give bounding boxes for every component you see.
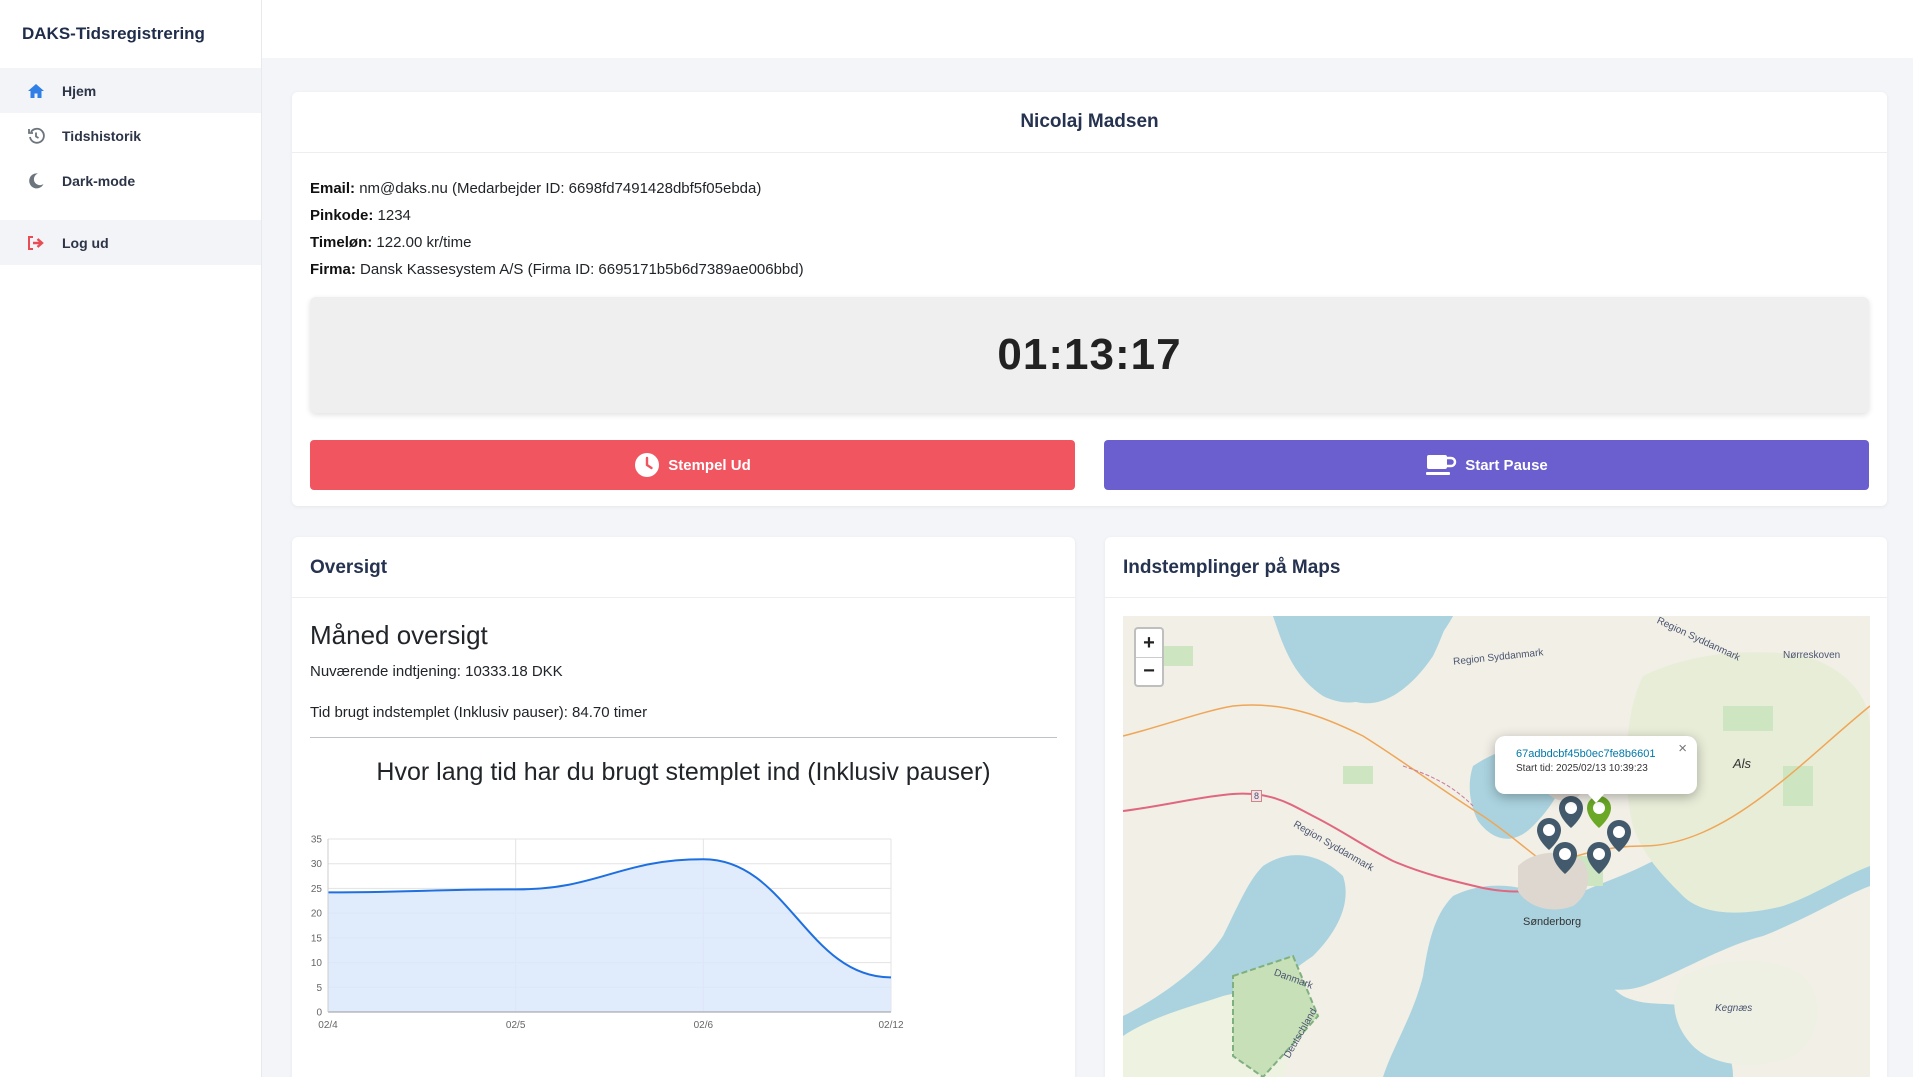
map-view[interactable]: Region Syddanmark Region Syddanmark Nørr… — [1123, 616, 1870, 1077]
pin-row: Pinkode: 1234 — [310, 207, 411, 224]
sidebar-item-label: Log ud — [62, 234, 109, 251]
month-overview-title: Måned oversigt — [310, 620, 488, 650]
y-tick-label: 30 — [311, 859, 323, 870]
popup-start-time: Start tid: 2025/02/13 10:39:23 — [1516, 763, 1648, 774]
company-row: Firma: Dansk Kassesystem A/S (Firma ID: … — [310, 261, 804, 278]
chart-svg: 0 5 10 15 20 25 30 35 02/4 02/5 02/6 02/12 — [311, 835, 904, 1032]
sidebar-item-label: Dark-mode — [62, 172, 136, 189]
company-value: Dansk Kassesystem A/S (Firma ID: 6695171… — [360, 261, 804, 278]
y-tick-label: 25 — [311, 884, 323, 895]
x-tick-label: 02/5 — [506, 1020, 526, 1031]
employee-info: Email: nm@daks.nu (Medarbejder ID: 6698f… — [292, 153, 1887, 283]
moon-icon — [26, 171, 46, 191]
logout-icon — [26, 233, 46, 253]
zoom-out-button[interactable]: − — [1136, 657, 1162, 685]
sidebar-item-label: Hjem — [62, 82, 97, 99]
y-tick-label: 20 — [311, 909, 323, 920]
sidebar: DAKS-Tidsregistrering Hjem Tidshistorik … — [0, 0, 262, 1077]
sidebar-item-log-ud[interactable]: Log ud — [0, 220, 261, 265]
zoom-control: + − — [1134, 627, 1164, 687]
popup-id-link[interactable]: 67adbdcbf45b0ec7fe8b6601 — [1516, 748, 1697, 760]
y-tick-label: 15 — [311, 933, 323, 944]
work-timer: 01:13:17 — [310, 297, 1869, 413]
map-label-norreskoven: Nørreskoven — [1783, 650, 1841, 661]
map-tiles — [1123, 616, 1870, 1077]
y-tick-label: 35 — [311, 835, 323, 846]
marker-popup: 67adbdcbf45b0ec7fe8b6601 Start tid: 2025… — [1495, 736, 1697, 803]
employee-name: Nicolaj Madsen — [292, 92, 1887, 153]
y-tick-label: 10 — [311, 958, 323, 969]
x-tick-label: 02/6 — [694, 1020, 714, 1031]
email-value: nm@daks.nu (Medarbejder ID: 6698fd749142… — [359, 180, 762, 197]
map-marker[interactable] — [1587, 842, 1611, 874]
divider — [310, 737, 1057, 738]
app-title: DAKS-Tidsregistrering — [22, 24, 205, 43]
history-icon — [26, 126, 46, 146]
current-earnings: Nuværende indtjening: 10333.18 DKK — [310, 663, 563, 680]
sidebar-item-hjem[interactable]: Hjem — [0, 68, 261, 113]
y-tick-label: 5 — [316, 983, 322, 994]
overview-heading: Oversigt — [292, 537, 1075, 598]
email-row: Email: nm@daks.nu (Medarbejder ID: 6698f… — [310, 180, 762, 197]
stamp-out-button[interactable]: Stempel Ud — [310, 440, 1075, 490]
top-bar — [262, 0, 1913, 58]
start-pause-button[interactable]: Start Pause — [1104, 440, 1869, 490]
pin-value: 1234 — [377, 207, 411, 224]
wage-row: Timeløn: 122.00 kr/time — [310, 234, 472, 251]
map-marker[interactable] — [1607, 820, 1631, 852]
home-icon — [26, 81, 46, 101]
time-spent: Tid brugt indstemplet (Inklusiv pauser):… — [310, 704, 648, 721]
map-label-kegnaes: Kegnæs — [1715, 1003, 1753, 1014]
profile-card: Nicolaj Madsen Email: nm@daks.nu (Medarb… — [292, 92, 1887, 506]
road-shield-8: 8 — [1251, 790, 1263, 802]
overview-card: Oversigt Måned oversigt Nuværende indtje… — [292, 537, 1075, 1077]
time-chart: 0 5 10 15 20 25 30 35 02/4 02/5 02/6 02/12 — [310, 827, 1057, 1077]
map-label-als: Als — [1733, 756, 1752, 771]
zoom-in-button[interactable]: + — [1136, 629, 1162, 657]
chart-area — [328, 859, 891, 1012]
map-markers — [1537, 796, 1631, 874]
coffee-icon — [1425, 453, 1457, 477]
sidebar-item-tidshistorik[interactable]: Tidshistorik — [0, 113, 261, 158]
sidebar-item-label: Tidshistorik — [62, 127, 142, 144]
close-icon[interactable]: × — [1678, 740, 1687, 757]
x-tick-label: 02/4 — [318, 1020, 338, 1031]
maps-heading: Indstemplinger på Maps — [1105, 537, 1887, 598]
map-marker[interactable] — [1559, 796, 1583, 828]
chart-title: Hvor lang tid har du brugt stemplet ind … — [376, 758, 991, 786]
map-label-sonderborg: Sønderborg — [1523, 916, 1582, 928]
sidebar-item-dark-mode[interactable]: Dark-mode — [0, 158, 261, 203]
map-marker[interactable] — [1553, 842, 1577, 874]
x-tick-label: 02/12 — [878, 1020, 903, 1031]
clock-icon — [634, 452, 660, 478]
wage-value: 122.00 kr/time — [376, 234, 472, 251]
maps-card: Indstemplinger på Maps Region Syddanmark… — [1105, 537, 1887, 1077]
y-tick-label: 0 — [316, 1008, 322, 1019]
